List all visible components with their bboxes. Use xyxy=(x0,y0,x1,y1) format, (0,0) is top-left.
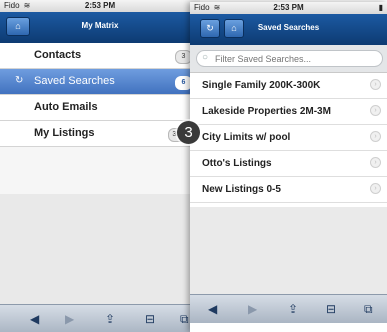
status-bar: Fido ≋ 2:53 PM xyxy=(0,0,200,12)
back-icon[interactable]: ◀ xyxy=(208,302,217,316)
empty-area xyxy=(0,194,200,304)
menu-item-saved-searches[interactable]: ↻ Saved Searches 6 xyxy=(0,69,200,95)
menu-item-label: Saved Searches xyxy=(34,75,115,87)
bookmarks-icon[interactable]: ⊟ xyxy=(326,302,336,316)
nav-bar: ⌂ My Matrix xyxy=(0,12,200,43)
saved-search-label: City Limits w/ pool xyxy=(202,132,291,143)
refresh-icon: ↻ xyxy=(15,75,24,86)
page-title: Saved Searches xyxy=(257,23,320,32)
chevron-right-icon: › xyxy=(370,157,381,168)
share-icon[interactable]: ⇪ xyxy=(288,302,298,316)
nav-bar: ↻ ⌂ Saved Searches xyxy=(190,14,387,45)
saved-search-list: Single Family 200K-300K › Lakeside Prope… xyxy=(190,73,387,203)
list-item[interactable]: Single Family 200K-300K › xyxy=(190,73,387,99)
forward-icon[interactable]: ▶ xyxy=(248,302,257,316)
tabs-icon[interactable]: ⧉ xyxy=(364,302,373,317)
chevron-right-icon: › xyxy=(370,79,381,90)
bookmarks-icon[interactable]: ⊟ xyxy=(145,312,155,326)
search-icon: ○ xyxy=(202,52,209,63)
menu-item-label: My Listings xyxy=(34,127,95,139)
menu-list: Contacts 3 ↻ Saved Searches 6 Auto Email… xyxy=(0,43,200,147)
menu-item-my-listings[interactable]: My Listings 3563 xyxy=(0,121,200,147)
clock: 2:53 PM xyxy=(273,3,304,12)
empty-area xyxy=(190,207,387,302)
clock: 2:53 PM xyxy=(84,1,116,10)
browser-toolbar: ◀ ▶ ⇪ ⊟ ⧉ xyxy=(190,294,387,323)
battery-icon: ▮ xyxy=(378,3,383,12)
search-field: ○ xyxy=(196,50,383,67)
list-item[interactable]: Lakeside Properties 2M-3M › xyxy=(190,99,387,125)
menu-item-label: Contacts xyxy=(34,49,82,61)
forward-icon[interactable]: ▶ xyxy=(65,312,74,326)
page-title: My Matrix xyxy=(81,21,119,30)
list-item[interactable]: New Listings 0-5 › xyxy=(190,177,387,203)
saved-search-label: Otto's Listings xyxy=(202,158,272,169)
search-bar: ○ xyxy=(190,45,387,73)
list-item[interactable]: City Limits w/ pool › xyxy=(190,125,387,151)
back-icon[interactable]: ◀ xyxy=(30,312,39,326)
tabs-icon[interactable]: ⧉ xyxy=(180,312,189,327)
saved-search-label: Single Family 200K-300K xyxy=(202,80,321,91)
step-number-badge: 3 xyxy=(177,121,200,144)
chevron-right-icon: › xyxy=(370,105,381,116)
browser-toolbar: ◀ ▶ ⇪ ⊟ ⧉ xyxy=(0,304,200,332)
status-bar: Fido ≋ 2:53 PM ▮ xyxy=(190,2,387,14)
share-icon[interactable]: ⇪ xyxy=(105,312,115,326)
list-item[interactable]: Otto's Listings › xyxy=(190,151,387,177)
chevron-right-icon: › xyxy=(370,131,381,142)
menu-item-label: Auto Emails xyxy=(34,101,98,113)
search-input[interactable] xyxy=(213,53,367,65)
saved-search-label: Lakeside Properties 2M-3M xyxy=(202,106,331,117)
chevron-right-icon: › xyxy=(370,183,381,194)
right-phone: Fido≋ 2:53 PM ▮ ↻ ⌂ Saved Searches ○ Sin… xyxy=(190,2,387,332)
menu-item-contacts[interactable]: Contacts 3 xyxy=(0,43,200,69)
left-phone: Fido ≋ 2:53 PM ⌂ My Matrix Contacts 3 ↻ S… xyxy=(0,0,200,332)
menu-item-auto-emails[interactable]: Auto Emails xyxy=(0,95,200,121)
saved-search-label: New Listings 0-5 xyxy=(202,184,281,195)
